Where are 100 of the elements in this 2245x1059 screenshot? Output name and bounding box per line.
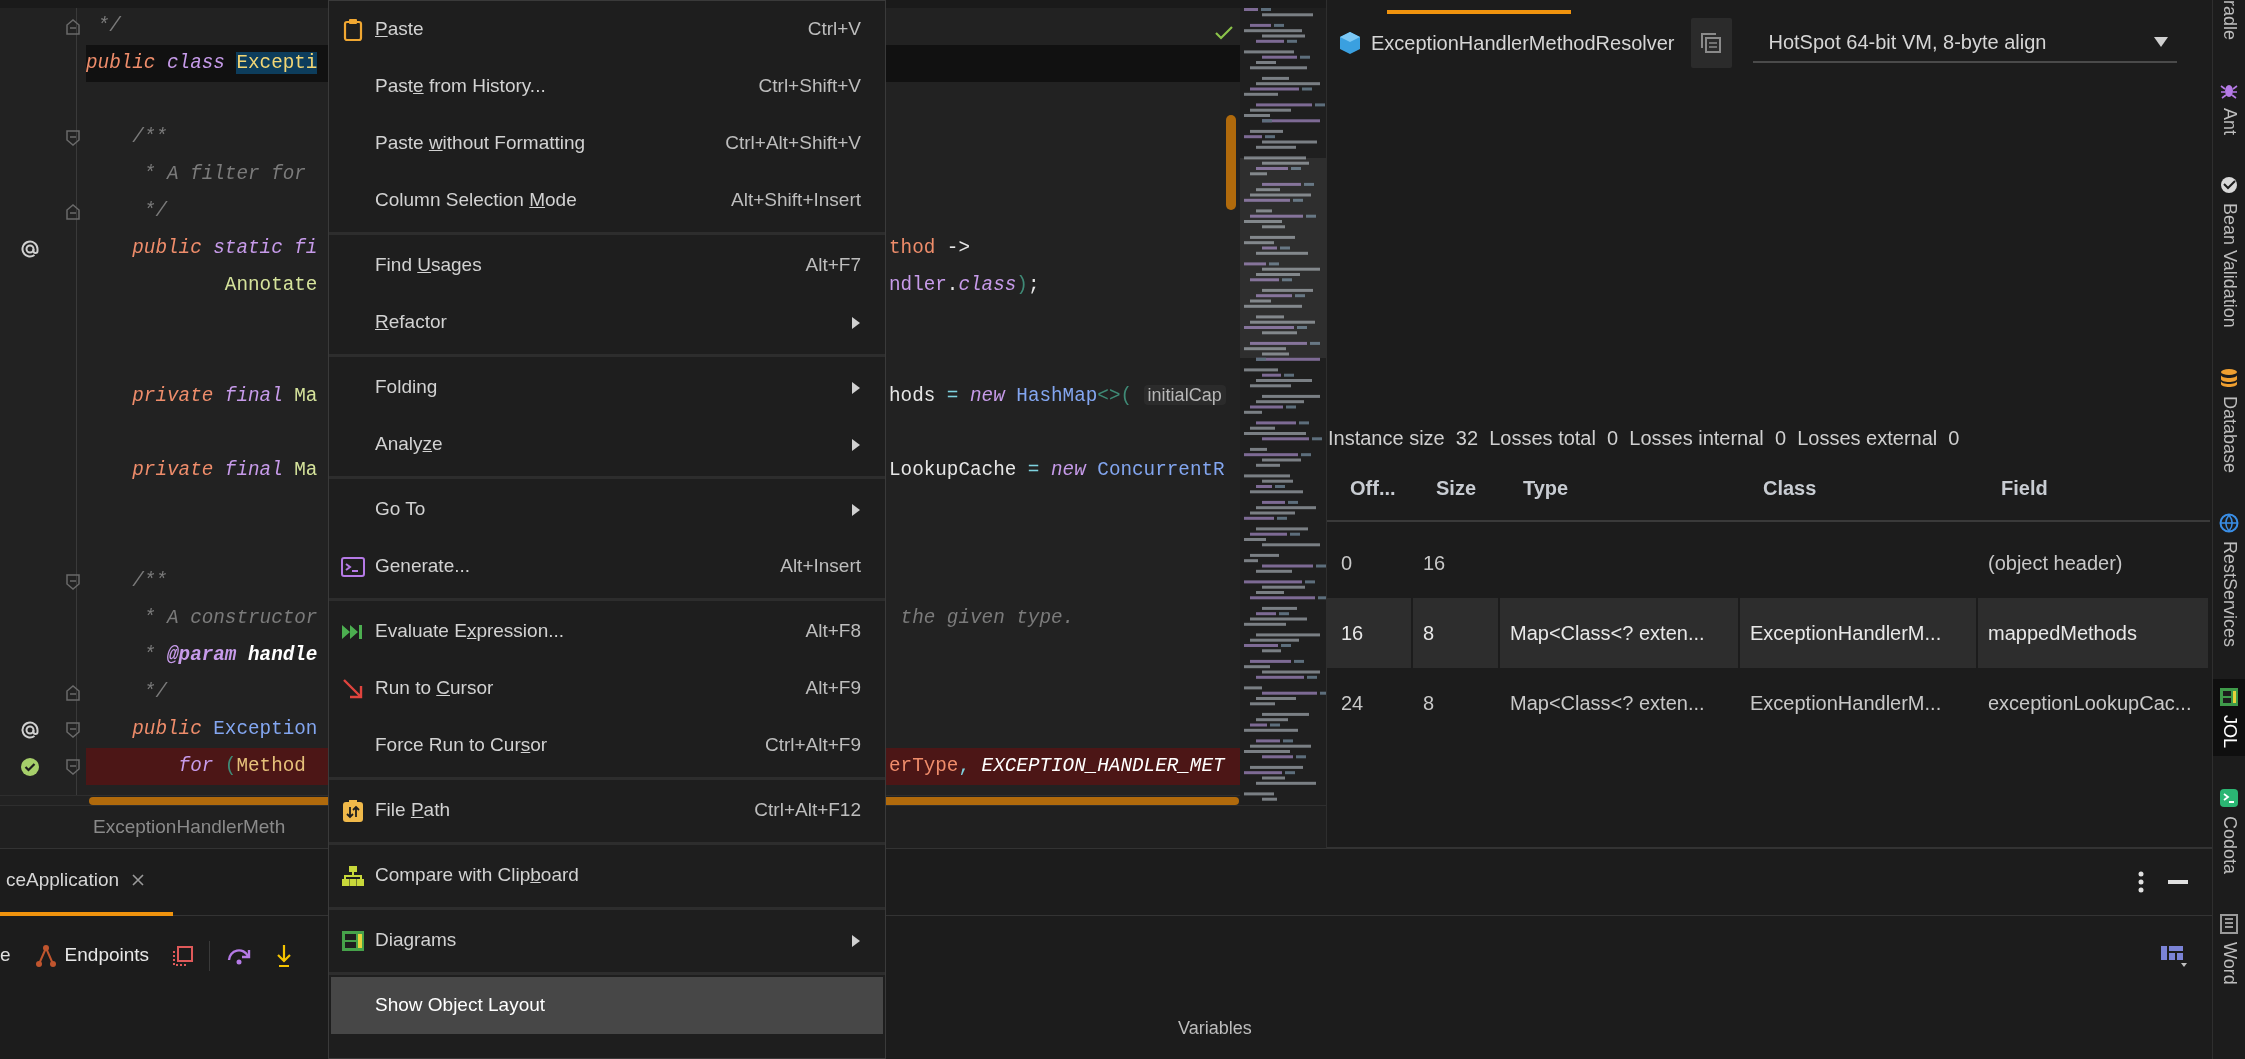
shortcut-text: Alt+F7 [805, 253, 861, 278]
run-tab[interactable]: ceApplication [0, 848, 174, 916]
more-button[interactable] [2138, 871, 2144, 893]
globe-icon [2219, 512, 2239, 533]
toolbar-label[interactable]: e [0, 941, 11, 970]
copy-icon [1700, 32, 1722, 54]
menu-item[interactable]: Show Object Layout [331, 977, 883, 1034]
fast-forward-icon [341, 622, 365, 641]
hierarchy-icon [341, 864, 365, 887]
tool-window-button[interactable]: Bean Validation [2213, 167, 2245, 336]
menu-item[interactable]: Folding [331, 359, 883, 416]
check-icon [1214, 24, 1234, 41]
terminal-icon [2219, 787, 2239, 808]
menu-item[interactable]: Compare with Clipboard [331, 847, 883, 904]
code-text: private final Ma [131, 383, 318, 409]
menu-item[interactable]: Refactor [331, 294, 883, 351]
code-text: hods = new HashMap<>( initialCap [889, 383, 1226, 410]
toolbar-button[interactable] [173, 945, 194, 966]
tool-window-button[interactable]: Codota [2213, 779, 2245, 882]
tool-window-button[interactable]: JOL [2213, 678, 2245, 756]
shortcut-text: Ctrl+Shift+V [758, 74, 861, 99]
code-text: */ [142, 198, 167, 224]
menu-item[interactable]: Analyze [331, 416, 883, 473]
frame-icon [173, 945, 194, 966]
layout-button[interactable] [2160, 943, 2188, 968]
shortcut-text: Ctrl+Alt+Shift+V [725, 131, 861, 156]
menu-item[interactable]: File Path Ctrl+Alt+F12 [331, 782, 883, 839]
down-arrow-icon [276, 943, 293, 968]
layout-icon [2160, 943, 2188, 968]
database-icon [2220, 367, 2238, 388]
breadcrumb[interactable]: ExceptionHandlerMeth [93, 812, 286, 842]
code-text: * @param handle [142, 642, 318, 668]
tool-window-button[interactable]: Database [2213, 359, 2245, 481]
code-text: for (Method [177, 753, 307, 779]
diagonal-arrow-icon [342, 677, 364, 700]
terminal-icon [341, 555, 365, 578]
copy-button[interactable] [1690, 18, 1732, 68]
minimize-button[interactable] [2168, 879, 2188, 885]
minimize-icon [2168, 879, 2188, 885]
shortcut-text: Ctrl+Alt+F12 [754, 798, 861, 823]
code-text: the given type. [899, 605, 1075, 631]
summary-text: Instance size 32 Losses total 0 Losses internal 0 Losses external 0 [1327, 426, 1961, 451]
tool-window-button[interactable]: radle [2213, 0, 2245, 49]
code-text: public Exception [131, 716, 318, 742]
menu-item[interactable]: Diagrams [331, 912, 883, 969]
code-text: * A constructor [142, 605, 318, 631]
menu-item[interactable]: Generate... Alt+Insert [331, 538, 883, 595]
table-cell-text: 16 [1341, 621, 1364, 646]
table-cell-text: ExceptionHandlerM... [1750, 691, 1942, 716]
menu-item[interactable]: Paste from History... Ctrl+Shift+V [331, 58, 883, 115]
shortcut-text: Ctrl+V [807, 17, 861, 42]
table-cell-text: Map<Class<? exten... [1510, 691, 1705, 716]
code-text: */ [142, 679, 167, 705]
submenu-arrow-icon [851, 503, 861, 518]
column-header[interactable]: Field [1978, 456, 2210, 522]
menu-item[interactable]: Find Usages Alt+F7 [331, 237, 883, 294]
tool-window-button[interactable]: Ant [2213, 72, 2245, 144]
shortcut-text: Ctrl+Alt+F9 [764, 733, 861, 758]
scrollbar-thumb[interactable] [1226, 115, 1236, 210]
code-text: LookupCache = new ConcurrentR [889, 457, 1225, 483]
shortcut-text: Alt+F8 [805, 619, 861, 644]
close-icon [131, 873, 146, 887]
column-header[interactable]: Type [1500, 456, 1740, 522]
column-header[interactable]: Size [1413, 456, 1500, 522]
table-cell-text: 16 [1423, 551, 1446, 576]
code-text: Annotate [223, 272, 318, 298]
layout-grid-icon [341, 929, 365, 952]
vm-mode-dropdown[interactable]: HotSpot 64-bit VM, 8-byte align [1752, 23, 2177, 63]
column-header[interactable]: Off... [1327, 456, 1413, 522]
menu-item[interactable]: Go To [331, 481, 883, 538]
code-text: */ [96, 13, 121, 39]
menu-item[interactable]: Column Selection Mode Alt+Shift+Insert [331, 172, 883, 229]
tool-window-button[interactable]: Word [2213, 906, 2245, 993]
more-icon [2138, 871, 2144, 893]
clipboard-icon [343, 17, 363, 42]
grid-icon [2219, 686, 2239, 707]
submenu-arrow-icon [851, 316, 861, 331]
endpoints-button[interactable]: Endpoints [34, 941, 150, 970]
table-cell-text: Map<Class<? exten... [1510, 621, 1705, 646]
menu-item[interactable]: Paste without Formatting Ctrl+Alt+Shift+V [331, 115, 883, 172]
code-text: thod -> [889, 235, 970, 261]
code-text: erType, EXCEPTION_HANDLER_MET [889, 753, 1225, 779]
selected-row[interactable]: 16 8 Map<Class<? exten... ExceptionHandlerM... mappedMethods [1327, 598, 2212, 668]
code-text: private final Ma [131, 457, 318, 483]
tool-window-button[interactable]: RestServices [2213, 504, 2245, 655]
code-text: /** [131, 568, 167, 594]
table-cell-text: (object header) [1988, 551, 2123, 576]
submenu-arrow-icon [851, 438, 861, 453]
book-icon [2220, 914, 2238, 934]
step-into-button[interactable] [276, 943, 293, 968]
shortcut-text: Alt+Insert [780, 554, 861, 579]
menu-item[interactable]: Force Run to Cursor Ctrl+Alt+F9 [331, 717, 883, 774]
code-text: public class Excepti [86, 50, 318, 76]
menu-item[interactable]: Run to Cursor Alt+F9 [331, 660, 883, 717]
column-header[interactable]: Class [1740, 456, 1978, 522]
table-cell-text: 8 [1423, 691, 1435, 716]
compare-icon [342, 798, 364, 823]
submenu-arrow-icon [851, 934, 861, 949]
menu-item[interactable]: Paste Ctrl+V [331, 1, 883, 58]
menu-item[interactable]: Evaluate Expression... Alt+F8 [331, 603, 883, 660]
